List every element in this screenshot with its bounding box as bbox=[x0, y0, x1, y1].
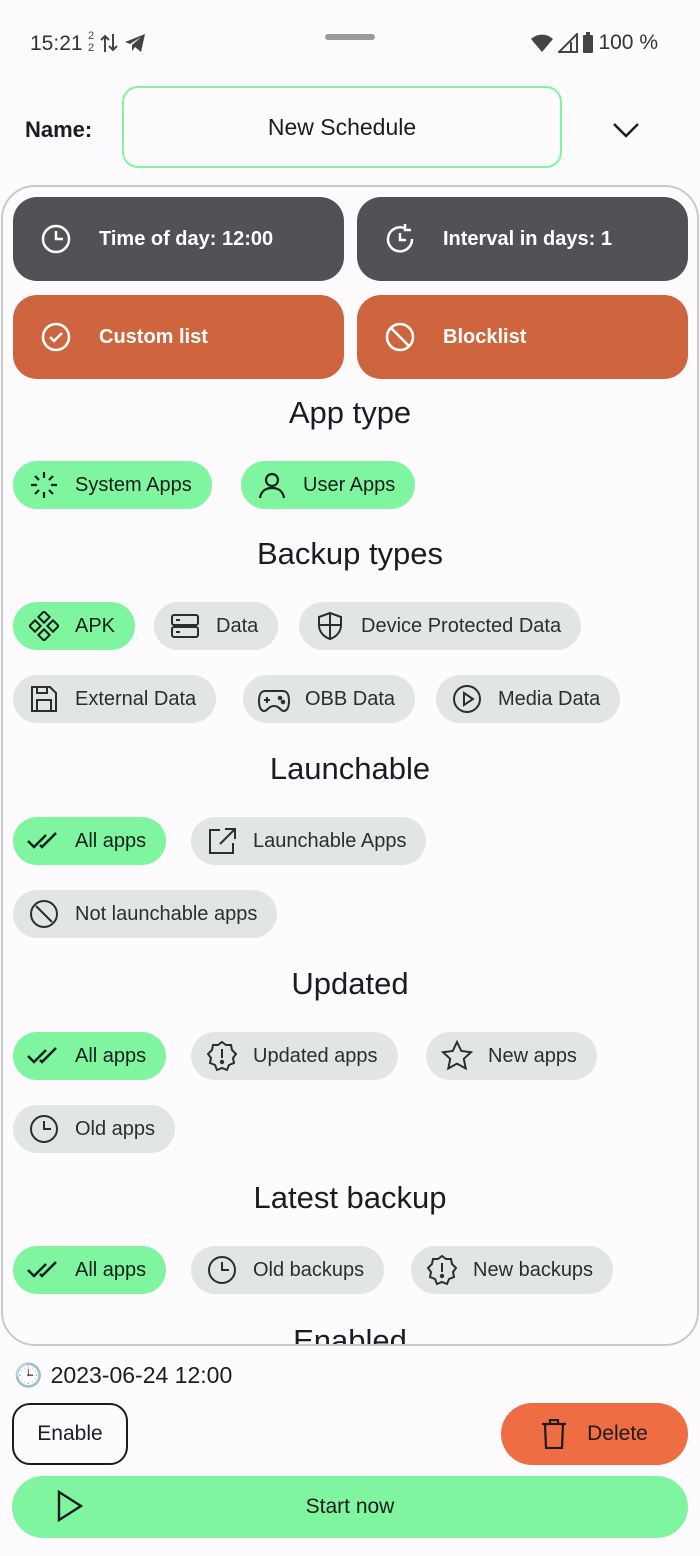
double-check-icon bbox=[27, 824, 61, 858]
play-circle-icon bbox=[450, 682, 484, 716]
chip-external-data[interactable]: External Data bbox=[13, 675, 217, 723]
section-title-latest-backup: Latest backup bbox=[253, 1180, 447, 1215]
next-run-info: 🕒 2023-06-24 12:00 bbox=[14, 1362, 232, 1389]
notification-icons bbox=[100, 32, 146, 54]
system-apps-icon bbox=[27, 468, 61, 502]
battery-level: 100 % bbox=[598, 31, 658, 54]
chip-new-apps[interactable]: New apps bbox=[426, 1032, 597, 1080]
time-of-day-button[interactable]: Time of day: 12:00 bbox=[13, 197, 344, 281]
notification-count: 2 2 bbox=[88, 30, 95, 54]
section-title-updated: Updated bbox=[291, 966, 409, 1001]
interval-button[interactable]: Interval in days: 1 bbox=[357, 197, 688, 281]
name-row: Name: bbox=[0, 86, 700, 172]
floppy-icon bbox=[27, 682, 61, 716]
status-right: 100 % bbox=[530, 31, 658, 55]
blocklist-button[interactable]: Blocklist bbox=[357, 295, 688, 379]
section-title-launchable: Launchable bbox=[269, 751, 431, 786]
refresh-clock-icon bbox=[383, 222, 417, 256]
chip-updated-all-apps[interactable]: All apps bbox=[13, 1032, 167, 1080]
chip-apk[interactable]: APK bbox=[13, 602, 136, 650]
section-title-enabled: Enabled bbox=[293, 1323, 407, 1346]
user-icon bbox=[255, 468, 289, 502]
chip-data[interactable]: Data bbox=[154, 602, 279, 650]
wifi-icon bbox=[531, 34, 554, 52]
chip-not-launchable-apps[interactable]: Not launchable apps bbox=[13, 890, 278, 938]
clock-icon bbox=[27, 1112, 61, 1146]
chip-updated-apps[interactable]: Updated apps bbox=[191, 1032, 398, 1080]
double-check-icon bbox=[27, 1253, 61, 1287]
name-label: Name: bbox=[25, 117, 93, 142]
alert-badge-icon bbox=[205, 1039, 239, 1073]
storage-icon bbox=[168, 609, 202, 643]
apk-icon bbox=[27, 609, 61, 643]
chip-launchable-all-apps[interactable]: All apps bbox=[13, 817, 167, 865]
drag-handle[interactable] bbox=[325, 34, 375, 40]
double-check-icon bbox=[27, 1039, 61, 1073]
schedule-name-input[interactable] bbox=[122, 86, 562, 168]
blocklist-label: Blocklist bbox=[443, 325, 527, 348]
start-now-button[interactable]: Start now bbox=[12, 1476, 688, 1538]
section-title-app-type: App type bbox=[288, 395, 412, 430]
enable-button[interactable]: Enable bbox=[12, 1403, 128, 1465]
time-of-day-label: Time of day: 12:00 bbox=[99, 227, 274, 250]
gamepad-icon bbox=[257, 682, 291, 716]
chip-new-backups[interactable]: New backups bbox=[411, 1246, 614, 1294]
telegram-icon bbox=[125, 34, 145, 52]
delete-button[interactable]: Delete bbox=[501, 1403, 688, 1465]
chip-device-protected-data[interactable]: Device Protected Data bbox=[299, 602, 582, 650]
chip-user-apps[interactable]: User Apps bbox=[241, 461, 416, 509]
expand-button[interactable] bbox=[604, 108, 648, 152]
custom-list-button[interactable]: Custom list bbox=[13, 295, 344, 379]
data-transfer-icon bbox=[100, 34, 118, 52]
clock-emoji-icon: 🕒 bbox=[14, 1362, 43, 1388]
interval-label: Interval in days: 1 bbox=[443, 227, 612, 250]
trash-icon bbox=[542, 1419, 567, 1449]
chip-media-data[interactable]: Media Data bbox=[436, 675, 621, 723]
check-circle-icon bbox=[39, 320, 73, 354]
chip-system-apps[interactable]: System Apps bbox=[13, 461, 212, 509]
battery-icon bbox=[583, 32, 594, 53]
signal-icon bbox=[558, 33, 579, 53]
chip-old-apps[interactable]: Old apps bbox=[13, 1105, 176, 1153]
schedule-panel[interactable]: Time of day: 12:00 Interval in days: 1 C… bbox=[1, 185, 699, 1346]
chip-old-backups[interactable]: Old backups bbox=[191, 1246, 385, 1294]
alert-badge-icon bbox=[425, 1253, 459, 1287]
chevron-down-icon bbox=[613, 123, 639, 138]
clock-icon bbox=[39, 222, 73, 256]
shield-icon bbox=[313, 609, 347, 643]
prohibited-icon bbox=[27, 897, 61, 931]
status-bar: 15:21 2 2 100 % bbox=[0, 0, 700, 88]
section-title-backup-types: Backup types bbox=[256, 536, 444, 571]
star-icon bbox=[440, 1039, 474, 1073]
external-link-icon bbox=[205, 824, 239, 858]
play-icon bbox=[57, 1490, 84, 1522]
prohibited-icon bbox=[383, 320, 417, 354]
custom-list-label: Custom list bbox=[99, 325, 208, 348]
next-run-time: 2023-06-24 12:00 bbox=[50, 1362, 233, 1388]
chip-launchable-apps[interactable]: Launchable Apps bbox=[191, 817, 427, 865]
chip-latest-all-apps[interactable]: All apps bbox=[13, 1246, 167, 1294]
chip-obb-data[interactable]: OBB Data bbox=[243, 675, 416, 723]
status-time: 15:21 bbox=[30, 32, 83, 55]
clock-icon bbox=[205, 1253, 239, 1287]
